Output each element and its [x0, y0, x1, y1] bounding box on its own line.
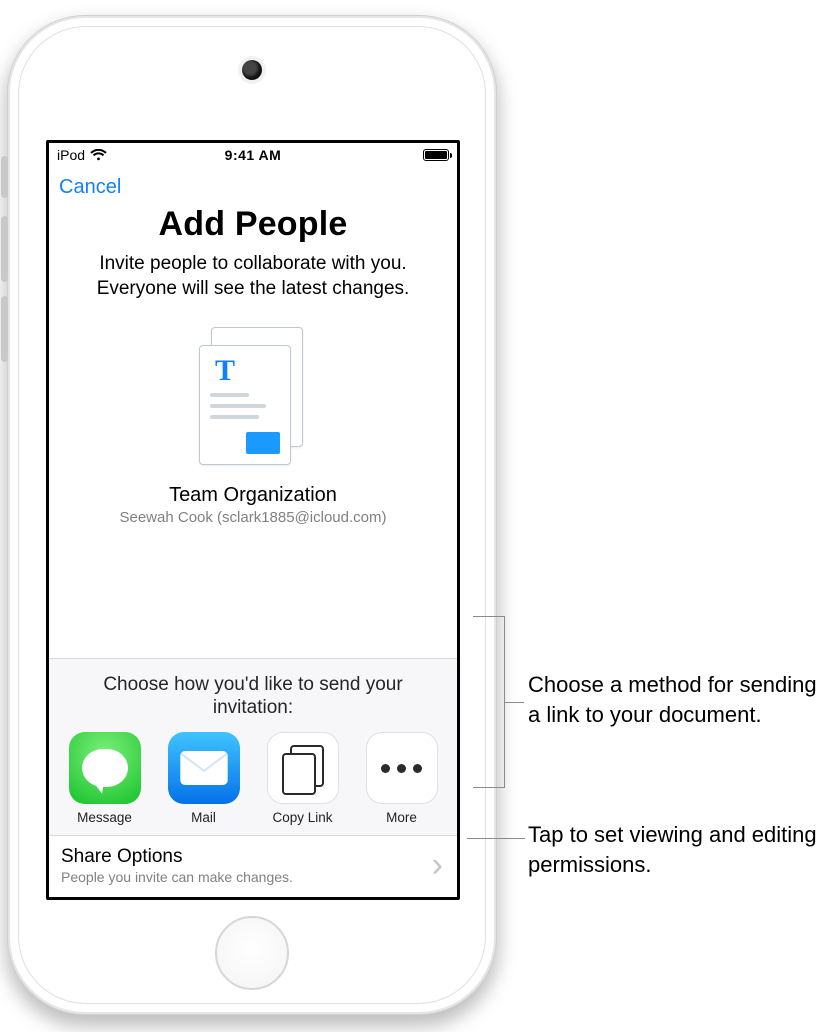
battery-icon [423, 149, 449, 161]
invite-methods-row: Message Mail Cop [49, 732, 457, 835]
invite-method-label: Mail [159, 810, 249, 825]
document-icon: T [193, 327, 313, 467]
sheet-header: Add People Invite people to collaborate … [49, 207, 457, 309]
invite-method-message[interactable]: Message [60, 732, 150, 825]
share-options-title: Share Options [61, 846, 293, 868]
invite-method-mail[interactable]: Mail [159, 732, 249, 825]
home-button[interactable] [215, 916, 289, 990]
status-bar: iPod 9:41 AM [49, 143, 457, 167]
carrier-label: iPod [57, 147, 85, 163]
invite-method-copy-link[interactable]: Copy Link [258, 732, 348, 825]
invite-method-label: Copy Link [258, 810, 348, 825]
callout-connector [473, 787, 505, 788]
document-preview: T Team Organization Seewah Cook (sclark1… [49, 327, 457, 526]
wifi-icon [90, 149, 107, 161]
document-owner: Seewah Cook (sclark1885@icloud.com) [49, 509, 457, 526]
more-icon [366, 732, 438, 804]
chevron-right-icon: › [432, 857, 445, 874]
callout-connector [504, 702, 524, 703]
screen: iPod 9:41 AM Cancel Add People Invite pe… [46, 140, 460, 900]
status-time: 9:41 AM [225, 147, 282, 163]
messages-icon [69, 732, 141, 804]
copy-link-icon [267, 732, 339, 804]
share-options-row[interactable]: Share Options People you invite can make… [49, 835, 457, 897]
front-camera [242, 60, 262, 80]
cancel-button[interactable]: Cancel [59, 176, 121, 199]
invite-method-more[interactable]: More [357, 732, 447, 825]
mail-icon [168, 732, 240, 804]
callout-share-options: Tap to set viewing and editing permissio… [528, 820, 818, 879]
device-frame: iPod 9:41 AM Cancel Add People Invite pe… [7, 15, 497, 1015]
invite-prompt: Choose how you'd like to send your invit… [49, 659, 457, 733]
document-name: Team Organization [49, 484, 457, 507]
nav-bar: Cancel [49, 167, 457, 207]
invite-method-label: Message [60, 810, 150, 825]
sheet-title: Add People [71, 205, 435, 244]
callout-send-method: Choose a method for sending a link to yo… [528, 670, 818, 729]
invite-method-label: More [357, 810, 447, 825]
callout-connector [473, 616, 505, 617]
invite-section: Choose how you'd like to send your invit… [49, 658, 457, 898]
volume-up-button [1, 216, 8, 282]
sheet-subtitle: Invite people to collaborate with you. E… [71, 252, 435, 301]
share-options-detail: People you invite can make changes. [61, 869, 293, 885]
mute-switch [1, 156, 8, 198]
callout-connector [467, 838, 525, 839]
volume-down-button [1, 296, 8, 362]
